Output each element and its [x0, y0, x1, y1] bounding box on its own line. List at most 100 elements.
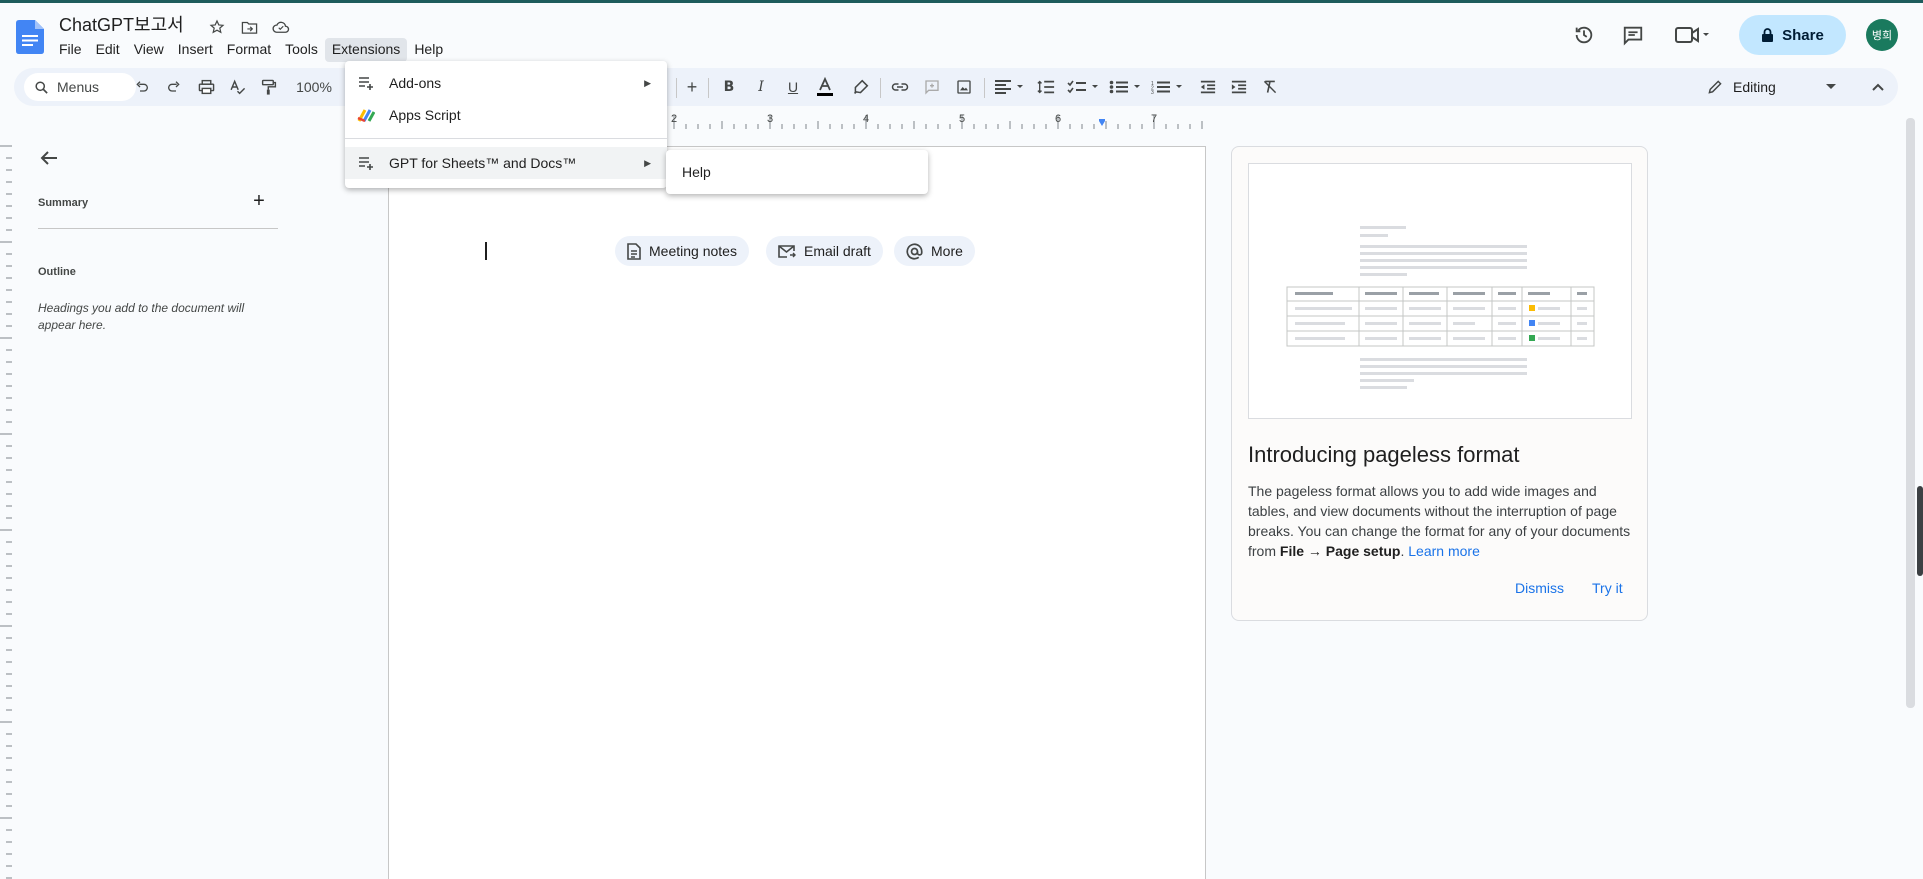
- back-arrow-icon[interactable]: [37, 146, 61, 170]
- move-folder-icon[interactable]: [238, 16, 260, 38]
- outline-label: Outline: [38, 266, 76, 278]
- menu-help[interactable]: Help: [407, 38, 450, 62]
- insert-link-icon[interactable]: [888, 74, 912, 100]
- ruler-number: 4: [863, 113, 869, 125]
- submenu-item-help[interactable]: Help: [666, 156, 928, 188]
- spellcheck-icon[interactable]: [225, 74, 249, 100]
- text-color-icon[interactable]: [813, 74, 837, 100]
- menu-item-label: Add-ons: [389, 75, 442, 91]
- chevron-down-icon: [1825, 84, 1836, 89]
- collapse-toolbar-icon[interactable]: [1866, 74, 1890, 100]
- comments-icon[interactable]: [1617, 19, 1649, 51]
- share-button[interactable]: Share: [1739, 15, 1846, 55]
- docs-logo-icon[interactable]: [16, 20, 44, 54]
- more-label: More: [931, 243, 963, 259]
- outline-hint: Headings you add to the document will ap…: [38, 301, 245, 332]
- checklist-icon[interactable]: [1066, 74, 1102, 100]
- right-indent-marker[interactable]: [1099, 119, 1105, 126]
- line-spacing-icon[interactable]: [1034, 74, 1058, 100]
- divider: [38, 228, 278, 229]
- more-chip[interactable]: More: [894, 236, 975, 266]
- menu-item-add-ons[interactable]: Add-ons ▶: [345, 67, 667, 99]
- vertical-scrollbar[interactable]: [1906, 118, 1915, 708]
- zoom-select[interactable]: 100%: [290, 74, 338, 100]
- promo-title: Introducing pageless format: [1248, 442, 1520, 467]
- meet-icon[interactable]: [1672, 19, 1714, 51]
- insert-image-icon[interactable]: [952, 74, 976, 100]
- search-icon: [35, 80, 48, 94]
- learn-more-link[interactable]: Learn more: [1408, 543, 1480, 559]
- lock-icon: [1762, 27, 1774, 42]
- ruler-number: 2: [671, 113, 677, 125]
- menu-divider: [345, 138, 667, 139]
- meeting-notes-chip[interactable]: Meeting notes: [615, 236, 749, 266]
- menu-item-gpt-for-sheets-and-docs[interactable]: GPT for Sheets™ and Docs™ ▶: [345, 147, 667, 179]
- decrease-indent-icon[interactable]: [1196, 74, 1220, 100]
- underline-icon[interactable]: U: [781, 74, 805, 100]
- font-size-increase-icon[interactable]: +: [682, 74, 702, 100]
- try-it-button[interactable]: Try it: [1592, 580, 1623, 596]
- redo-icon[interactable]: [162, 74, 186, 100]
- promo-body: The pageless format allows you to add wi…: [1248, 481, 1633, 561]
- share-label: Share: [1782, 26, 1824, 44]
- add-ons-icon: [357, 74, 375, 92]
- vertical-ruler[interactable]: [0, 130, 14, 879]
- gpt-submenu: Help: [666, 150, 928, 194]
- account-avatar[interactable]: 병희: [1866, 19, 1898, 51]
- extensions-menu: Add-ons ▶ Apps Script GPT for Sheets™ an…: [345, 61, 667, 188]
- apps-script-icon: [357, 106, 375, 124]
- editing-mode-label: Editing: [1733, 79, 1776, 95]
- menu-edit[interactable]: Edit: [89, 38, 127, 62]
- ruler-number: 7: [1151, 113, 1157, 125]
- email-draft-label: Email draft: [804, 243, 871, 259]
- bulleted-list-icon[interactable]: [1108, 74, 1144, 100]
- menus-search[interactable]: Menus: [24, 73, 136, 101]
- ruler-number: 6: [1055, 113, 1061, 125]
- star-icon[interactable]: [206, 16, 228, 38]
- promo-body-end: .: [1400, 543, 1405, 559]
- pencil-icon: [1708, 80, 1722, 94]
- numbered-list-icon[interactable]: 123: [1150, 74, 1186, 100]
- email-draft-chip[interactable]: Email draft: [766, 236, 883, 266]
- menu-item-apps-script[interactable]: Apps Script: [345, 99, 667, 131]
- print-icon[interactable]: [194, 74, 218, 100]
- menu-tools[interactable]: Tools: [278, 38, 325, 62]
- menu-file[interactable]: File: [52, 38, 89, 62]
- pageless-illustration: [1248, 163, 1632, 419]
- align-left-icon[interactable]: [992, 74, 1028, 100]
- submenu-arrow-icon: ▶: [644, 157, 651, 168]
- email-draft-icon: [778, 244, 796, 258]
- menu-extensions[interactable]: Extensions: [324, 38, 408, 62]
- dismiss-button[interactable]: Dismiss: [1515, 580, 1564, 596]
- app-header: ChatGPT보고서 File Edit View Insert Format …: [0, 3, 1923, 65]
- add-ons-icon: [357, 154, 375, 172]
- meeting-notes-label: Meeting notes: [649, 243, 737, 259]
- svg-text:3: 3: [1151, 90, 1154, 94]
- menu-item-label: Apps Script: [389, 107, 461, 123]
- editing-mode-select[interactable]: Editing: [1707, 73, 1847, 101]
- add-comment-icon[interactable]: [920, 74, 944, 100]
- promo-body-path: File → Page setup: [1279, 543, 1401, 559]
- version-history-icon[interactable]: [1568, 19, 1600, 51]
- menu-view[interactable]: View: [127, 38, 171, 62]
- add-summary-icon[interactable]: +: [248, 190, 270, 212]
- scrollbar-thumb[interactable]: [1917, 486, 1923, 576]
- at-sign-icon: [906, 242, 923, 260]
- menus-search-label: Menus: [57, 79, 100, 95]
- document-title[interactable]: ChatGPT보고서: [59, 11, 184, 37]
- toolbar-divider: [676, 78, 677, 98]
- toolbar: Menus 100% + B I U 123 Editing: [14, 68, 1898, 106]
- bold-icon[interactable]: B: [717, 74, 741, 100]
- italic-icon[interactable]: I: [749, 74, 773, 100]
- paint-format-icon[interactable]: [257, 74, 281, 100]
- toolbar-divider: [708, 78, 709, 98]
- highlight-icon[interactable]: [848, 74, 872, 100]
- cloud-status-icon[interactable]: [270, 16, 292, 38]
- clear-formatting-icon[interactable]: [1258, 74, 1282, 100]
- menu-format[interactable]: Format: [220, 38, 278, 62]
- menu-item-label: GPT for Sheets™ and Docs™: [389, 155, 577, 171]
- menu-insert[interactable]: Insert: [171, 38, 220, 62]
- increase-indent-icon[interactable]: [1227, 74, 1251, 100]
- toolbar-divider: [984, 78, 985, 98]
- undo-icon[interactable]: [130, 74, 154, 100]
